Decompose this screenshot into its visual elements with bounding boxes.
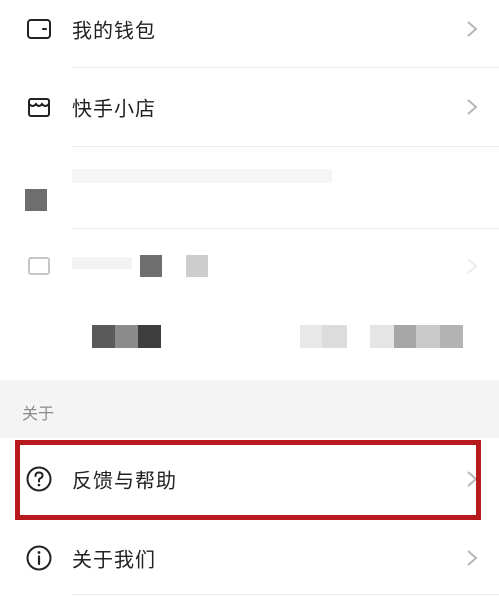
- mosaic-block: [115, 325, 138, 348]
- info-circle-icon: [25, 544, 53, 572]
- menu-item-store[interactable]: 快手小店: [0, 68, 499, 146]
- mosaic-block: [138, 325, 161, 348]
- blurred-text: [72, 257, 132, 269]
- menu-item-wallet[interactable]: 我的钱包: [0, 0, 499, 68]
- mosaic-block: [416, 325, 440, 348]
- obscured-menu-item: [0, 229, 499, 303]
- about-section-header: 关于: [0, 380, 499, 438]
- wallet-icon: [25, 15, 53, 43]
- menu-item-label: 我的钱包: [72, 18, 156, 43]
- mosaic-block: [186, 255, 208, 277]
- chevron-right-icon: [465, 256, 479, 276]
- chevron-right-icon: [465, 19, 479, 39]
- menu-item-label: 快手小店: [72, 96, 156, 121]
- chevron-right-icon: [465, 548, 479, 568]
- store-icon: [25, 93, 53, 121]
- menu-item-label: 关于我们: [72, 547, 156, 572]
- divider: [72, 594, 499, 595]
- blurred-text: [72, 169, 332, 183]
- mosaic-block: [394, 325, 416, 348]
- mosaic-block: [440, 325, 463, 348]
- mosaic-block: [300, 325, 322, 348]
- chevron-right-icon: [465, 97, 479, 117]
- menu-item-about-us[interactable]: 关于我们: [0, 520, 499, 596]
- mosaic-block: [370, 325, 394, 348]
- highlight-box: [15, 440, 481, 520]
- blurred-icon: [25, 252, 53, 280]
- obscured-menu-item: [0, 303, 499, 380]
- mosaic-block: [92, 325, 115, 348]
- section-title: 关于: [22, 404, 55, 423]
- mosaic-block: [25, 189, 47, 211]
- mosaic-block: [140, 255, 162, 277]
- mosaic-block: [322, 325, 347, 348]
- obscured-menu-item: [0, 147, 499, 227]
